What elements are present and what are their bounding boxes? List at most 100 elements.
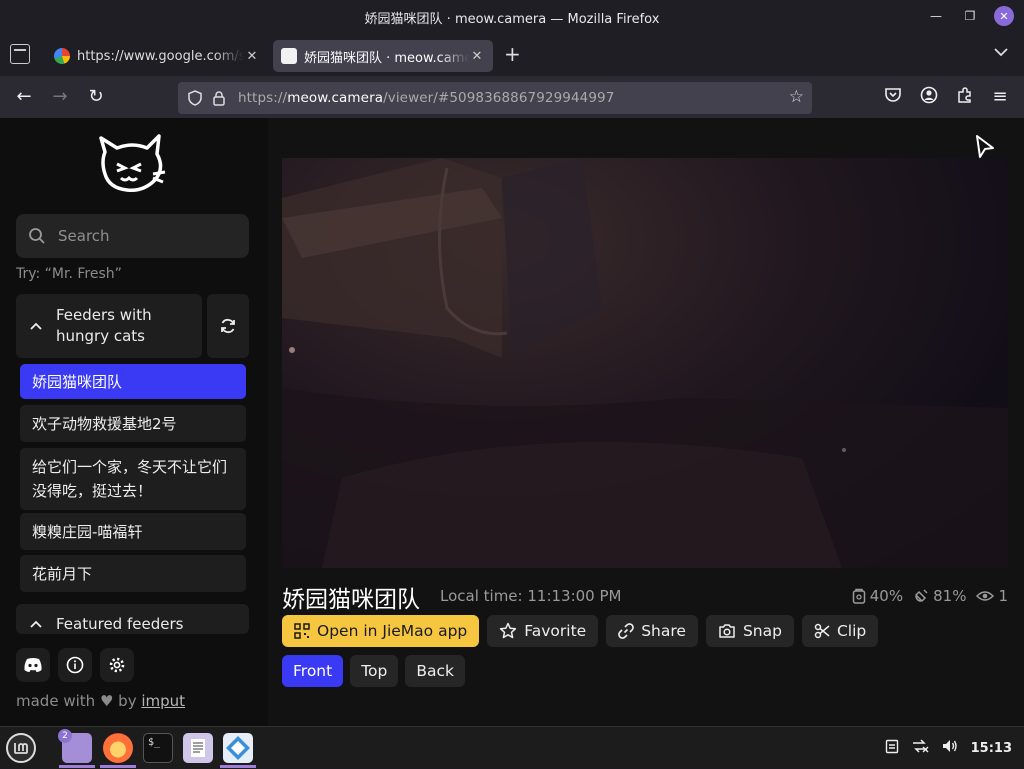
discord-button[interactable] [16, 648, 50, 682]
app-store-icon[interactable] [223, 733, 253, 763]
search-placeholder: Search [58, 227, 110, 245]
group-title: Feeders with hungry cats [56, 306, 152, 345]
tab-google[interactable]: https://www.google.com/search ✕ [46, 40, 268, 72]
made-with-credit: made with ♥ by imput [16, 692, 185, 710]
feeder-item[interactable]: 娇园猫咪团队 [20, 364, 246, 399]
eye-icon [976, 591, 995, 601]
new-tab-icon[interactable]: + [504, 44, 521, 64]
camera-video-feed[interactable] [282, 158, 1008, 568]
shield-icon[interactable] [184, 87, 206, 109]
favorite-label: Favorite [524, 622, 587, 640]
food-level-stat: 40% [852, 587, 903, 605]
snap-button[interactable]: Snap [705, 615, 794, 647]
gear-icon [109, 657, 125, 673]
viewers-stat: 1 [976, 587, 1008, 605]
info-icon [66, 656, 84, 674]
food-level-value: 40% [869, 587, 904, 605]
refresh-icon [221, 318, 235, 334]
feeder-label: 花前月下 [32, 564, 93, 583]
tab-meow-camera[interactable]: 娇园猫咪团队 · meow.camera ✕ [273, 40, 493, 72]
mint-menu-icon[interactable] [6, 733, 36, 763]
link-icon [618, 623, 635, 639]
search-input[interactable]: Search [16, 214, 249, 258]
close-icon[interactable]: ✕ [994, 6, 1014, 26]
sidebar-footer-buttons [16, 648, 134, 682]
tab-close-icon[interactable]: ✕ [469, 49, 485, 64]
star-icon [500, 622, 517, 639]
credit-by: by [118, 692, 137, 710]
clip-button[interactable]: Clip [801, 615, 879, 647]
about-button[interactable] [58, 648, 92, 682]
tab-label: 娇园猫咪团队 · meow.camera [304, 50, 469, 66]
meow-camera-logo-icon[interactable] [97, 134, 167, 196]
firefox-icon[interactable] [103, 733, 133, 763]
minimize-icon[interactable]: — [926, 6, 946, 26]
settings-button[interactable] [100, 648, 134, 682]
view-front-button[interactable]: Front [282, 655, 344, 687]
lock-icon[interactable] [208, 87, 230, 109]
feeder-label: 糗糗庄园-喵福轩 [32, 522, 143, 541]
open-app-label: Open in JieMao app [317, 622, 468, 640]
qr-code-icon [294, 623, 310, 639]
feeder-item[interactable]: 给它们一个家，冬天不让它们没得吃，挺过去！ [20, 448, 246, 510]
heart-icon: ♥ [99, 692, 114, 710]
pocket-icon[interactable] [882, 86, 904, 110]
tab-bar: https://www.google.com/search ✕ 娇园猫咪团队 ·… [0, 34, 1024, 76]
clock[interactable]: 15:13 [971, 741, 1012, 756]
tab-close-icon[interactable]: ✕ [244, 49, 260, 64]
maximize-icon[interactable]: ❐ [960, 6, 980, 26]
feeder-item[interactable]: 花前月下 [20, 555, 246, 592]
group-header-featured[interactable]: Featured feeders [16, 604, 249, 634]
menu-hamburger-icon[interactable]: ≡ [989, 86, 1011, 108]
refresh-button[interactable] [207, 294, 249, 358]
battery-value: 81% [933, 587, 967, 605]
url-bar[interactable]: https://meow.camera/viewer/#509836886792… [178, 82, 812, 114]
action-buttons: Open in JieMao app Favorite Share Snap C… [282, 615, 879, 647]
clip-label: Clip [836, 622, 867, 640]
feeder-item[interactable]: 糗糗庄园-喵福轩 [20, 513, 246, 550]
forward-arrow-icon[interactable]: → [49, 86, 71, 108]
feeder-label: 欢子动物救援基地2号 [32, 414, 177, 433]
group-header-hungry[interactable]: Feeders with hungry cats [16, 294, 202, 358]
video-frame [282, 158, 1008, 568]
text-editor-icon[interactable] [183, 733, 213, 763]
chevron-down-icon[interactable] [994, 46, 1008, 60]
food-bag-icon [852, 588, 866, 604]
author-link[interactable]: imput [141, 692, 185, 710]
window-titlebar: 娇园猫咪团队 · meow.camera — Mozilla Firefox —… [0, 0, 1024, 34]
bookmark-star-icon[interactable]: ☆ [789, 87, 804, 107]
clipboard-icon[interactable] [885, 738, 899, 758]
view-back-button[interactable]: Back [405, 655, 466, 687]
tab-list-icon[interactable] [10, 44, 30, 64]
google-icon [54, 48, 70, 64]
camera-icon [719, 624, 735, 638]
sidebar: Search Try: “Mr. Fresh” Feeders with hun… [0, 118, 268, 726]
window-controls: — ❐ ✕ [926, 6, 1014, 26]
page-content: Search Try: “Mr. Fresh” Feeders with hun… [0, 118, 1024, 726]
snap-label: Snap [742, 622, 782, 640]
share-button[interactable]: Share [606, 615, 698, 647]
system-tray: 15:13 [885, 727, 1012, 769]
group-title: Featured feeders [56, 615, 184, 633]
discord-icon [24, 658, 42, 672]
feeder-label: 娇园猫咪团队 [32, 372, 123, 391]
back-arrow-icon[interactable]: ← [13, 86, 35, 108]
account-icon[interactable] [918, 86, 940, 110]
credit-prefix: made with [16, 692, 96, 710]
chevron-up-icon [16, 316, 56, 337]
files-folder-icon[interactable]: 2 [58, 729, 92, 763]
scissors-icon [814, 623, 830, 639]
terminal-icon[interactable]: $_ [143, 733, 173, 763]
feeder-item[interactable]: 欢子动物救援基地2号 [20, 405, 246, 442]
view-top-button[interactable]: Top [350, 655, 399, 687]
favorite-button[interactable]: Favorite [487, 615, 599, 647]
search-hint: Try: “Mr. Fresh” [16, 266, 122, 282]
camera-view-selector: Front Top Back [282, 655, 466, 687]
network-disconnected-icon[interactable] [911, 738, 929, 758]
extensions-icon[interactable] [954, 86, 976, 110]
volume-icon[interactable] [941, 738, 959, 758]
camera-stats: 40% 81% 1 [852, 587, 1008, 605]
open-app-button[interactable]: Open in JieMao app [282, 615, 480, 647]
local-time: Local time: 11:13:00 PM [440, 587, 622, 605]
reload-icon[interactable]: ↻ [85, 86, 107, 108]
